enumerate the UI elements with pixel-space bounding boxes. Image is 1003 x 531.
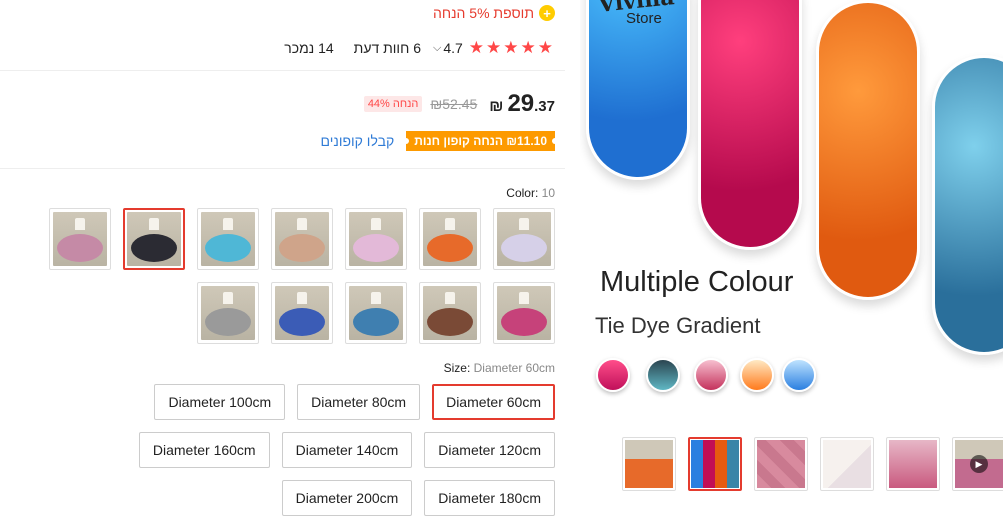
star-rating-icon: ★★★★★ [468,38,555,57]
rating-score: 4.7 [443,40,463,56]
color-swatch[interactable] [271,208,333,270]
size-option-button[interactable]: Diameter 80cm [297,384,421,420]
product-gallery: Vivina Store Multiple Colour Tie Dye Gra… [580,0,1003,531]
size-label: Size: Diameter 60cm [443,361,555,375]
main-product-image[interactable]: Vivina Store Multiple Colour Tie Dye Gra… [580,0,1003,420]
rating-row: ★★★★★ 4.7 ⌵ 6 חוות דעת 14 נמכר [284,38,555,58]
size-option-button[interactable]: Diameter 60cm [432,384,555,420]
thumbnail-strip: ▶ [622,437,1003,491]
price-row: ₪ 29 .37 ₪52.45 הנחה 44% [363,90,555,118]
color-swatch[interactable] [493,282,555,344]
size-options: Diameter 60cm Diameter 80cm Diameter 100cm… [115,384,555,516]
gallery-thumb[interactable] [820,437,874,491]
hero-subtitle: Tie Dye Gradient [595,313,761,338]
color-swatch[interactable] [345,208,407,270]
size-option-button[interactable]: Diameter 180cm [424,480,555,516]
rug-sample-blue [586,0,690,180]
color-swatch[interactable] [197,208,259,270]
size-value: Diameter 60cm [473,361,555,375]
brand-logo-sub: Store [626,10,662,27]
size-option-button[interactable]: Diameter 120cm [424,432,555,468]
reviews-count[interactable]: 6 חוות דעת [354,40,421,56]
color-swatch[interactable] [197,282,259,344]
original-price: ₪52.45 [430,96,478,112]
gallery-thumb[interactable] [688,437,742,491]
color-swatches [45,208,555,344]
price-integer: 29 [507,90,535,117]
rug-sample-orange [816,0,920,300]
rug-sample-pink [698,0,802,250]
color-swatch[interactable] [123,208,185,270]
color-swatch[interactable] [419,282,481,344]
coupon-row: ₪11.10 הנחה קופון חנות קבלו קופונים [321,131,555,151]
color-swatch[interactable] [49,208,111,270]
size-option-button[interactable]: Diameter 100cm [154,384,286,420]
product-info-panel: + תוספת 5% הנחה ★★★★★ 4.7 ⌵ 6 חוות דעת 1… [0,0,565,531]
get-coupons-link[interactable]: קבלו קופונים [321,133,395,149]
color-dot-teal [646,358,680,392]
divider [0,168,565,169]
divider [0,70,565,71]
size-option-button[interactable]: Diameter 160cm [138,432,270,468]
gallery-thumb[interactable] [754,437,808,491]
promo-text: תוספת 5% הנחה [432,5,534,21]
promo-line: + תוספת 5% הנחה [433,5,555,21]
plus-circle-icon: + [539,5,555,21]
color-swatch[interactable] [271,282,333,344]
color-swatch[interactable] [345,282,407,344]
store-coupon-tag[interactable]: ₪11.10 הנחה קופון חנות [406,131,555,151]
gallery-thumb[interactable] [886,437,940,491]
color-swatch[interactable] [419,208,481,270]
discount-badge: הנחה 44% [363,96,423,112]
current-price: ₪ 29 .37 [489,90,555,118]
color-swatch[interactable] [493,208,555,270]
color-dot-blue [782,358,816,392]
gallery-thumb[interactable] [622,437,676,491]
rug-sample-teal [932,55,1003,355]
size-option-button[interactable]: Diameter 140cm [281,432,413,468]
color-dot-pink [596,358,630,392]
color-value: 10 [541,186,555,200]
hero-title: Multiple Colour [600,266,794,298]
sold-count: 14 נמכר [284,40,334,56]
price-decimal: .37 [534,98,555,115]
play-icon: ▶ [970,455,988,473]
size-option-button[interactable]: Diameter 200cm [281,480,413,516]
chevron-down-icon[interactable]: ⌵ [433,42,441,55]
color-label: Color: 10 [506,186,555,200]
color-dot-orange [740,358,774,392]
currency-symbol: ₪ [489,98,504,115]
color-dot-rose [694,358,728,392]
gallery-video-thumb[interactable]: ▶ [952,437,1003,491]
